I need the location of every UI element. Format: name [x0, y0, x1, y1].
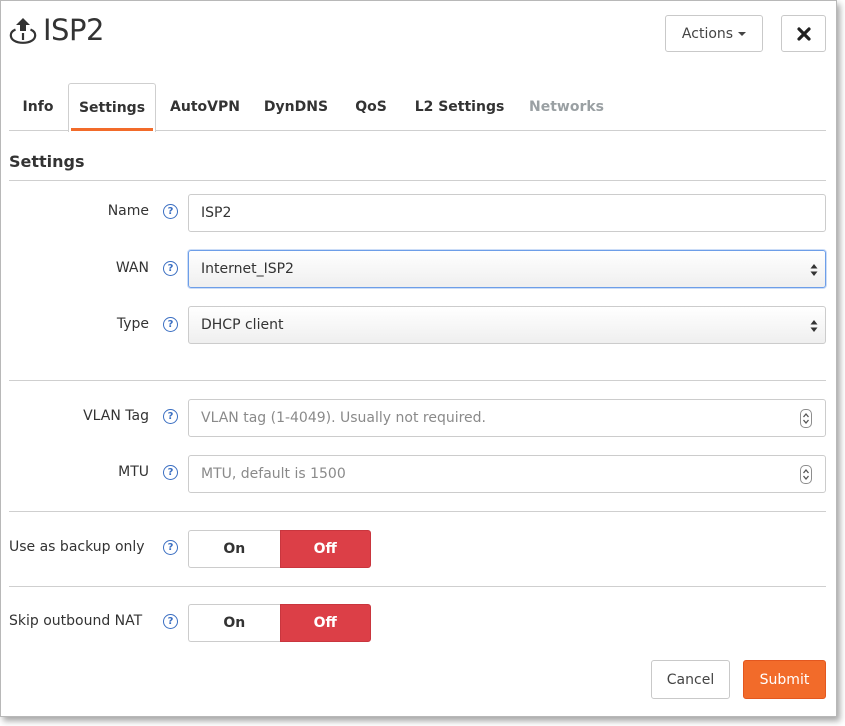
vlan-tag-label: VLAN Tag: [83, 408, 149, 424]
isp-settings-dialog: ISP2 Actions Info Settings AutoVPN DynDN…: [0, 0, 837, 717]
tab-settings[interactable]: Settings: [68, 83, 156, 132]
submit-button[interactable]: Submit: [743, 660, 826, 699]
uplink-icon: [9, 18, 37, 44]
close-icon: [796, 26, 811, 41]
dialog-header: ISP2: [9, 13, 104, 47]
backup-only-toggle: On Off: [188, 530, 371, 568]
divider: [9, 586, 826, 587]
divider: [9, 380, 826, 381]
wan-select[interactable]: Internet_ISP2: [188, 250, 826, 288]
wan-value: Internet_ISP2: [201, 261, 294, 277]
actions-dropdown-button[interactable]: Actions: [665, 15, 763, 52]
backup-only-off-button[interactable]: Off: [279, 530, 371, 568]
tab-qos[interactable]: QoS: [351, 83, 391, 131]
mtu-input[interactable]: MTU, default is 1500: [188, 455, 826, 493]
help-icon[interactable]: ?: [163, 614, 178, 629]
help-icon[interactable]: ?: [163, 465, 178, 480]
skip-nat-label: Skip outbound NAT: [9, 613, 143, 629]
vlan-tag-input[interactable]: VLAN tag (1-4049). Usually not required.: [188, 399, 826, 437]
tab-networks: Networks: [528, 99, 604, 115]
page-title: ISP2: [43, 13, 104, 47]
help-icon[interactable]: ?: [163, 317, 178, 332]
tab-autovpn[interactable]: AutoVPN: [165, 83, 245, 131]
backup-only-label: Use as backup only: [9, 539, 145, 555]
type-label: Type: [116, 316, 149, 332]
cancel-button[interactable]: Cancel: [651, 660, 730, 699]
help-icon[interactable]: ?: [163, 261, 178, 276]
tab-info[interactable]: Info: [13, 83, 63, 131]
tab-l2-settings[interactable]: L2 Settings: [408, 83, 511, 131]
tab-bar: Info Settings AutoVPN DynDNS QoS L2 Sett…: [9, 83, 826, 132]
skip-nat-off-button[interactable]: Off: [279, 604, 371, 642]
caret-down-icon: [738, 31, 747, 36]
divider: [9, 511, 826, 512]
name-label: Name: [107, 203, 149, 219]
stepper-arrows-icon: [803, 412, 809, 425]
name-value: ISP2: [201, 205, 232, 221]
section-title: Settings: [9, 152, 85, 171]
skip-nat-on-button[interactable]: On: [188, 604, 280, 642]
help-icon[interactable]: ?: [163, 204, 178, 219]
mtu-label: MTU: [118, 464, 149, 480]
number-stepper-icon[interactable]: [800, 465, 812, 484]
mtu-placeholder: MTU, default is 1500: [201, 466, 346, 482]
close-button[interactable]: [781, 15, 826, 52]
wan-label: WAN: [115, 260, 149, 276]
vlan-tag-placeholder: VLAN tag (1-4049). Usually not required.: [201, 410, 487, 426]
help-icon[interactable]: ?: [163, 540, 178, 555]
number-stepper-icon[interactable]: [800, 409, 812, 428]
name-input[interactable]: ISP2: [188, 194, 826, 232]
select-arrows-icon: [810, 264, 818, 276]
stepper-arrows-icon: [803, 468, 809, 481]
backup-only-on-button[interactable]: On: [188, 530, 280, 568]
actions-label: Actions: [681, 25, 734, 42]
tab-dyndns[interactable]: DynDNS: [261, 83, 331, 131]
select-arrows-icon: [810, 320, 818, 332]
divider: [9, 180, 826, 181]
type-value: DHCP client: [201, 317, 284, 333]
type-select[interactable]: DHCP client: [188, 306, 826, 344]
help-icon[interactable]: ?: [163, 409, 178, 424]
skip-nat-toggle: On Off: [188, 604, 371, 642]
